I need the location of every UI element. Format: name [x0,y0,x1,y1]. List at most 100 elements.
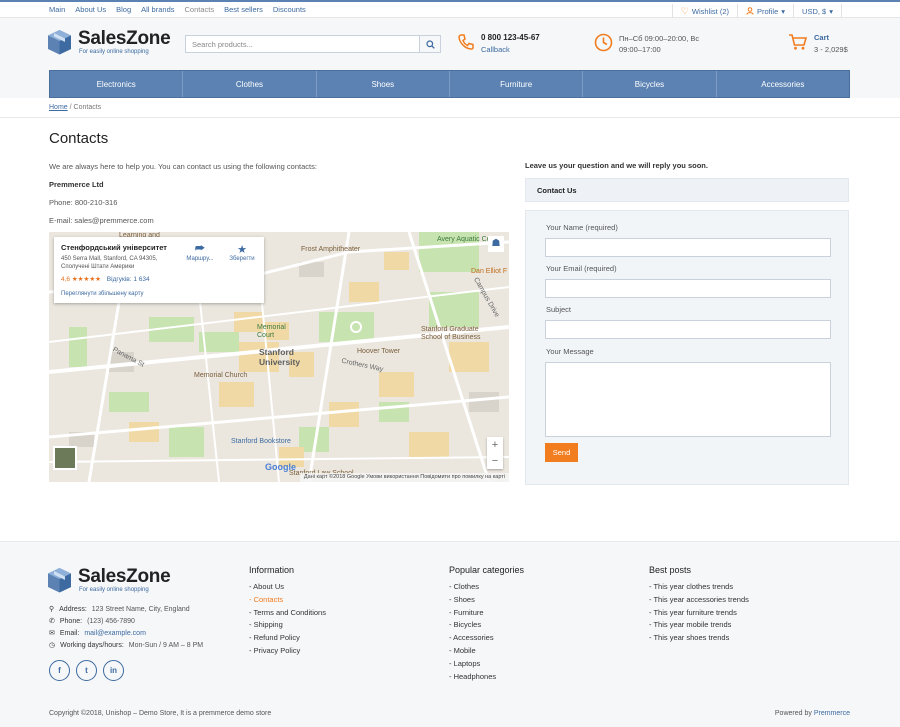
contact-form-title: Contact Us [537,186,577,195]
message-label: Your Message [546,347,594,356]
footer-cat-laptops[interactable]: - Laptops [449,658,524,671]
topnav-bestsellers[interactable]: Best sellers [224,5,263,14]
callback-link[interactable]: Callback [481,45,540,54]
map-route-button[interactable]: ⮫ Маршру... [180,243,220,262]
heart-icon: ♡ [680,5,689,16]
message-textarea[interactable] [545,362,831,437]
map-place-address: 450 Serra Mall, Stanford, CA 94305, Спол… [61,256,158,270]
footer-logo-title: SalesZone [78,566,171,587]
topnav-blog[interactable]: Blog [116,5,131,14]
pegman-icon[interactable]: ☗ [488,236,504,252]
profile-label: Profile [757,6,779,16]
breadcrumb-home[interactable]: Home [49,104,68,111]
footer-information-title: Information [249,565,295,575]
envelope-icon: ✉ [49,630,55,637]
send-button[interactable]: Send [545,443,578,462]
footer-post-furniture[interactable]: - This year furniture trends [649,607,749,620]
google-map[interactable]: Learning and Frost Amphitheater Avery Aq… [49,232,509,482]
footer-hours: Mon-Sun / 9 AM – 8 PM [128,642,204,649]
footer-link-contacts[interactable]: - Contacts [249,594,326,607]
footer-cat-accessories[interactable]: - Accessories [449,632,524,645]
currency-dropdown[interactable]: USD, $ ▾ [793,4,842,18]
footer-link-terms[interactable]: - Terms and Conditions [249,607,326,620]
map-save-label: Зберегти [229,256,255,262]
hours-block: Пн–Сб 09:00–20:00, Вс 09:00–17:00 [594,33,699,55]
map-label-avery: Avery Aquatic Ce [437,236,491,243]
satellite-toggle[interactable] [53,446,77,470]
nav-shoes[interactable]: Shoes [317,71,450,97]
footer-categories: Popular categories - Clothes - Shoes - F… [449,565,524,683]
footer-cat-mobile[interactable]: - Mobile [449,645,524,658]
nav-accessories[interactable]: Accessories [717,71,849,97]
search-button[interactable] [419,35,441,53]
map-label-frost: Frost Amphitheater [301,246,361,253]
footer-logo[interactable]: SalesZone For easily online shopping [47,565,182,595]
logo-title: SalesZone [78,28,171,49]
nav-clothes[interactable]: Clothes [183,71,317,97]
profile-dropdown[interactable]: Profile ▾ [737,4,793,18]
main-nav: Electronics Clothes Shoes Furniture Bicy… [49,70,850,98]
facebook-icon[interactable]: f [49,660,70,681]
wishlist-link[interactable]: ♡ Wishlist (2) [671,4,737,18]
nav-furniture[interactable]: Furniture [450,71,584,97]
contact-phone: Phone: 800-210-316 [49,198,118,207]
footer-cat-clothes[interactable]: - Clothes [449,581,524,594]
map-place-rating: 4,6 ★★★★★ Відгуків: 1 634 [61,275,150,283]
footer-email-link[interactable]: mail@example.com [84,628,146,640]
map-label-hoover: Hoover Tower [357,348,401,355]
site-logo[interactable]: SalesZone For easily online shopping [47,27,182,57]
directions-icon: ⮫ [194,243,206,255]
email-field[interactable] [545,279,831,298]
map-save-button[interactable]: ★ Зберегти [222,243,262,262]
map-attribution: Дані карт ©2018 Google Умови використанн… [299,473,509,482]
hours-line-1: Пн–Сб 09:00–20:00, Вс [619,34,700,43]
footer-link-refund[interactable]: - Refund Policy [249,632,326,645]
footer: SalesZone For easily online shopping ⚲ A… [0,541,900,727]
topnav-brands[interactable]: All brands [141,5,174,14]
name-field[interactable] [545,238,831,257]
page-title: Contacts [49,130,109,147]
topnav-discounts[interactable]: Discounts [273,5,306,14]
footer-information: Information - About Us - Contacts - Term… [249,565,326,658]
phone-number: 0 800 123-45-67 [481,33,540,42]
topnav-contacts[interactable]: Contacts [185,5,215,14]
footer-post-clothes[interactable]: - This year clothes trends [649,581,749,594]
footer-cat-shoes[interactable]: - Shoes [449,594,524,607]
footer-cat-bicycles[interactable]: - Bicycles [449,619,524,632]
footer-link-about[interactable]: - About Us [249,581,326,594]
contact-email: E-mail: sales@premmerce.com [49,216,154,225]
footer-cat-headphones[interactable]: - Headphones [449,671,524,684]
footer-contact-info: ⚲ Address: 123 Street Name, City, Englan… [49,604,203,652]
footer-post-mobile[interactable]: - This year mobile trends [649,619,749,632]
footer-address: 123 Street Name, City, England [91,606,190,613]
linkedin-icon[interactable]: in [103,660,124,681]
map-reviews-link[interactable]: Відгуків: 1 634 [107,276,150,283]
footer-post-accessories[interactable]: - This year accessories trends [649,594,749,607]
user-icon [746,7,754,15]
nav-bicycles[interactable]: Bicycles [583,71,717,97]
contacts-intro: We are always here to help you. You can … [49,162,317,171]
footer-link-shipping[interactable]: - Shipping [249,619,326,632]
footer-post-shoes[interactable]: - This year shoes trends [649,632,749,645]
footer-link-privacy[interactable]: - Privacy Policy [249,645,326,658]
nav-electronics[interactable]: Electronics [50,71,184,97]
footer-email-row: ✉ Email: mail@example.com [49,628,203,640]
cart-summary: 3 - 2,029$ [814,45,848,54]
cart-block[interactable]: Cart 3 - 2,029$ [788,33,848,54]
powered-by-link[interactable]: Premmerce [814,710,850,717]
twitter-icon[interactable]: t [76,660,97,681]
subject-field[interactable] [545,320,831,339]
search-input[interactable] [185,35,419,53]
topnav-about[interactable]: About Us [75,5,106,14]
zoom-out-button[interactable]: − [487,453,503,469]
currency-label: USD, $ [802,6,827,16]
map-larger-link[interactable]: Переглянути збільшену карту [61,291,144,297]
search-icon [425,39,435,49]
subject-label: Subject [546,305,572,314]
footer-categories-title: Popular categories [449,565,525,575]
contact-form-header: Contact Us [525,178,849,202]
footer-cat-furniture[interactable]: - Furniture [449,607,524,620]
zoom-in-button[interactable]: + [487,437,503,453]
topnav-main[interactable]: Main [49,5,65,14]
clock-icon [594,33,613,52]
